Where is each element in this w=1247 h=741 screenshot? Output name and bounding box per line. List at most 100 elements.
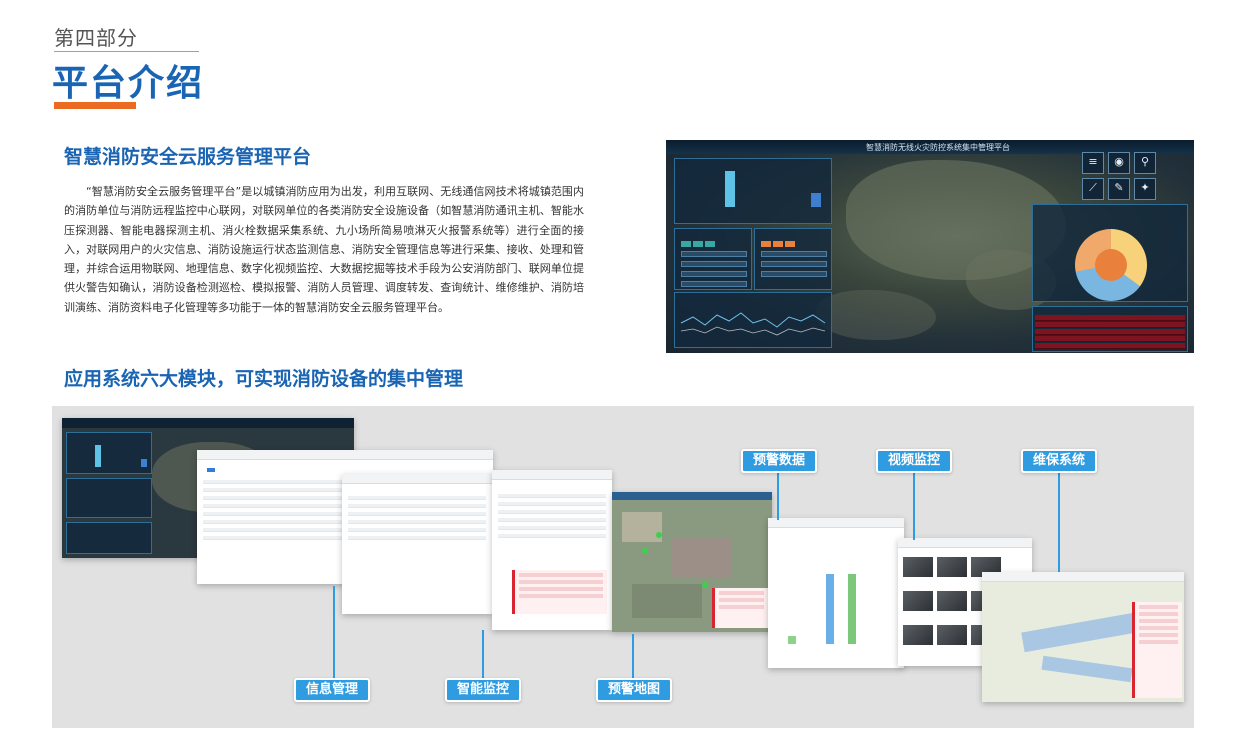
module-thumb-list	[492, 470, 612, 630]
thumb-alarm-box	[1132, 602, 1182, 698]
map-river	[1021, 611, 1143, 653]
status-chip	[681, 241, 691, 247]
status-row	[681, 271, 747, 277]
camera-feed	[902, 624, 934, 646]
status-chip	[773, 241, 783, 247]
status-row	[761, 261, 827, 267]
wrench-icon: ✎	[1108, 178, 1130, 200]
connector-line	[777, 472, 779, 520]
dashboard-bar-panel	[674, 158, 832, 224]
modules-showcase: 信息管理 智能监控 预警地图 预警数据 视频监控 维保系统	[52, 406, 1194, 728]
thumb-header	[768, 518, 904, 528]
dashboard-title: 智慧消防无线火灾防控系统集中管理平台	[866, 143, 1010, 152]
data-bar	[848, 574, 856, 644]
module-thumb-monitor	[342, 474, 492, 614]
thumb-header	[492, 470, 612, 480]
platform-description: “智慧消防安全云服务管理平台”是以城镇消防应用为出发，利用互联网、无线通信网技术…	[64, 185, 584, 314]
status-chip	[693, 241, 703, 247]
connector-line	[913, 472, 915, 540]
alarm-row	[1035, 336, 1185, 342]
modules-heading: 应用系统六大模块，可实现消防设备的集中管理	[64, 368, 464, 390]
thumb-panel	[66, 432, 152, 474]
thumb-alarm-box	[712, 588, 768, 628]
eye-icon: ◉	[1108, 152, 1130, 174]
section-divider	[54, 51, 199, 52]
title-accent-bar	[54, 102, 136, 109]
map-block	[622, 512, 662, 542]
thumb-alarm-box	[512, 570, 607, 614]
thumb-row	[498, 526, 606, 530]
status-row	[681, 261, 747, 267]
data-bar	[788, 636, 796, 644]
status-row	[681, 281, 747, 287]
thumb-row	[498, 502, 606, 506]
dashboard-bar	[811, 193, 821, 207]
location-icon: ⚲	[1134, 152, 1156, 174]
status-chip	[705, 241, 715, 247]
module-tag-info-management: 信息管理	[294, 678, 371, 702]
camera-feed	[936, 556, 968, 578]
thumb-row	[498, 510, 606, 514]
thumb-row	[348, 520, 486, 524]
dashboard-alarm-table	[1032, 306, 1188, 352]
camera-feed	[936, 590, 968, 612]
thumb-bar	[141, 459, 147, 467]
camera-feed	[902, 556, 934, 578]
page-title: 平台介绍	[52, 63, 205, 104]
module-tag-warning-data: 预警数据	[741, 449, 818, 473]
thumb-row	[498, 518, 606, 522]
module-tag-warning-map: 预警地图	[596, 678, 673, 702]
data-bar	[826, 574, 834, 644]
alarm-row	[1035, 322, 1185, 328]
camera-feed	[902, 590, 934, 612]
alarm-row	[1035, 315, 1185, 321]
thumb-row	[348, 536, 486, 540]
status-chip	[761, 241, 771, 247]
map-landmass	[816, 290, 936, 340]
dashboard-line-chart	[680, 312, 826, 336]
connector-line	[333, 586, 335, 678]
layers-icon: ≡	[1082, 152, 1104, 174]
thumb-panel	[66, 522, 152, 554]
thumb-header	[612, 492, 772, 500]
map-marker	[656, 532, 662, 538]
thumb-row	[348, 512, 486, 516]
dashboard-line-panel	[674, 292, 832, 348]
section-label: 第四部分	[54, 26, 138, 50]
thumb-row	[348, 528, 486, 532]
thumb-bar	[95, 445, 101, 467]
status-row	[761, 271, 827, 277]
dashboard-status-panel	[674, 228, 752, 290]
module-thumb-map	[612, 492, 772, 632]
dashboard-screenshot: 智慧消防无线火灾防控系统集中管理平台 ≡ ◉ ⚲ ⟋ ✎ ✦	[666, 140, 1194, 353]
thumb-row	[498, 494, 606, 498]
thumb-row	[348, 504, 486, 508]
thumb-panel	[66, 478, 152, 518]
thumb-topbar	[62, 418, 354, 428]
map-marker	[642, 548, 648, 554]
connector-line	[482, 630, 484, 678]
alarm-row	[1035, 343, 1185, 349]
thumb-header	[342, 474, 492, 484]
dashboard-bar	[725, 171, 735, 207]
dashboard-status-panel	[754, 228, 832, 290]
camera-feed	[936, 624, 968, 646]
thumb-header	[898, 538, 1032, 548]
status-row	[681, 251, 747, 257]
connector-line	[1058, 472, 1060, 572]
alarm-row	[1035, 329, 1185, 335]
map-block	[632, 584, 702, 618]
thumb-row	[348, 496, 486, 500]
map-river	[1041, 655, 1133, 683]
chart-icon: ⟋	[1082, 178, 1104, 200]
module-thumb-maintenance	[982, 572, 1184, 702]
module-thumb-data	[768, 518, 904, 668]
thumb-row	[498, 534, 606, 538]
module-tag-video-monitoring: 视频监控	[876, 449, 953, 473]
thumb-button	[207, 468, 215, 472]
bulb-icon: ✦	[1134, 178, 1156, 200]
map-marker	[702, 582, 708, 588]
map-block	[672, 538, 732, 578]
status-row	[761, 251, 827, 257]
status-chip	[785, 241, 795, 247]
